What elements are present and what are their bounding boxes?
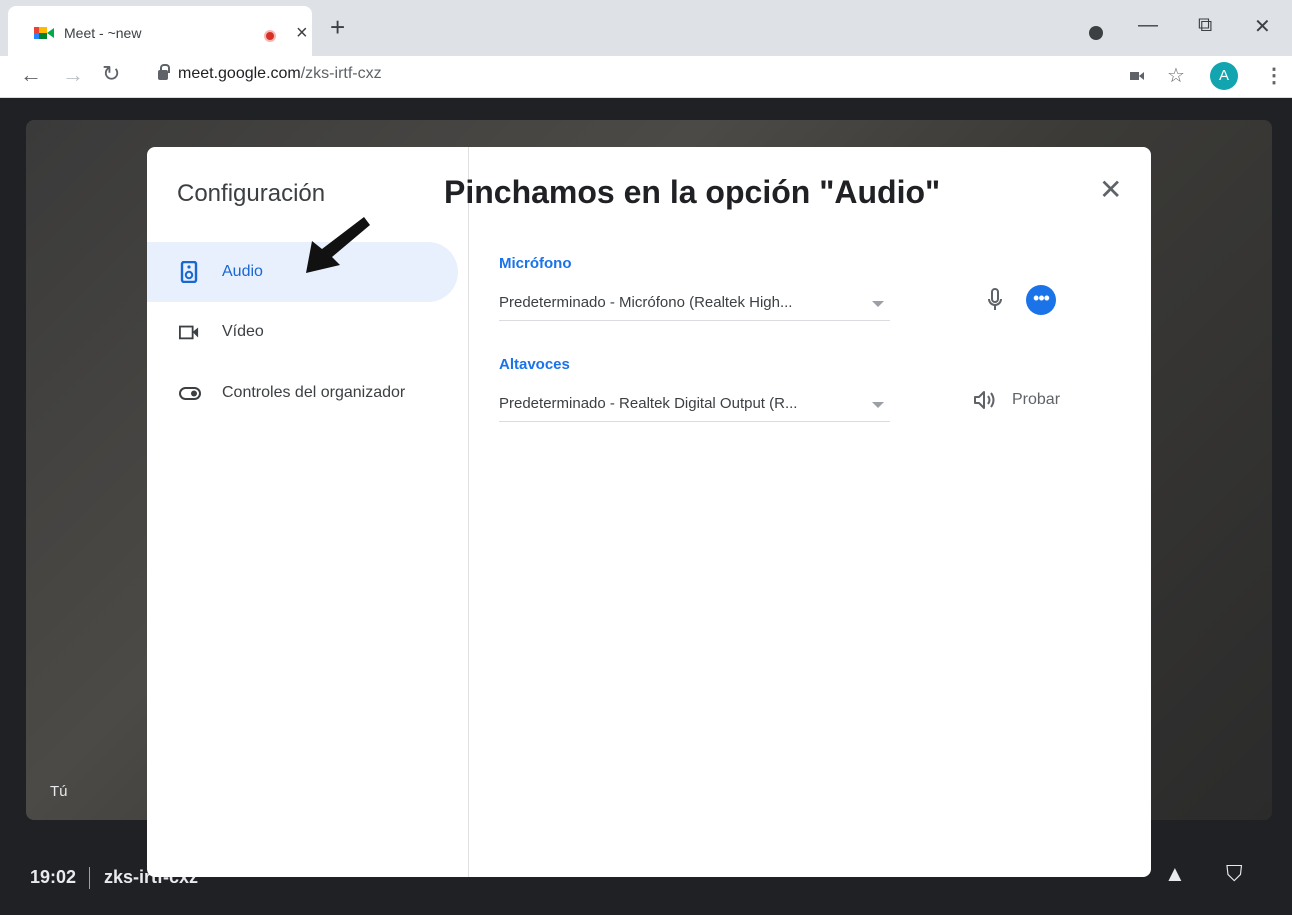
- address-bar[interactable]: meet.google.com/zks-irtf-cxz: [140, 60, 1100, 90]
- url-text: meet.google.com/zks-irtf-cxz: [178, 65, 382, 82]
- activities-icon[interactable]: ▲: [1164, 861, 1186, 887]
- nav-label-audio: Audio: [222, 263, 263, 280]
- dialog-title: Configuración: [177, 180, 326, 207]
- meeting-time: 19:02: [30, 867, 77, 887]
- forward-icon[interactable]: →: [62, 62, 84, 88]
- speakers-value: Predeterminado - Realtek Digital Output …: [499, 395, 798, 412]
- speakers-select[interactable]: Predeterminado - Realtek Digital Output …: [499, 390, 890, 422]
- menu-kebab-icon[interactable]: ⋮: [1264, 63, 1284, 88]
- test-speakers-label: Probar: [1012, 391, 1061, 408]
- browser-tabstrip: Meet - ~new × + — ⧉ ✕: [0, 0, 1292, 56]
- browser-tab[interactable]: Meet - ~new ×: [8, 6, 312, 56]
- profile-indicator-icon[interactable]: [1089, 26, 1103, 40]
- back-icon[interactable]: ←: [20, 62, 42, 88]
- nav-label-host-controls: Controles del organizador: [222, 384, 406, 401]
- minimize-button[interactable]: —: [1138, 14, 1158, 37]
- restore-button[interactable]: ⧉: [1198, 14, 1212, 37]
- meet-logo-icon: [34, 27, 54, 39]
- tutorial-annotation: Pinchamos en la opción "Audio": [444, 174, 941, 210]
- microphone-icon: [988, 288, 1002, 310]
- microphone-label: Micrófono: [499, 255, 572, 272]
- nav-item-host-controls[interactable]: Controles del organizador: [147, 363, 458, 423]
- nav-item-video[interactable]: Vídeo: [147, 302, 458, 362]
- recording-indicator-icon: [264, 30, 276, 42]
- tab-close-icon[interactable]: ×: [296, 22, 308, 45]
- dialog-divider: [468, 147, 469, 877]
- window-close-button[interactable]: ✕: [1254, 14, 1271, 39]
- speakers-label: Altavoces: [499, 356, 570, 373]
- new-tab-button[interactable]: +: [330, 14, 345, 40]
- toggle-icon: [179, 387, 201, 400]
- bookmark-star-icon[interactable]: ☆: [1167, 63, 1185, 88]
- separator: [89, 867, 90, 889]
- volume-icon: [974, 391, 995, 409]
- camera-in-use-icon[interactable]: [1130, 69, 1144, 83]
- tab-title: Meet - ~new: [64, 25, 142, 41]
- host-controls-icon[interactable]: ⛉: [1226, 861, 1243, 887]
- microphone-value: Predeterminado - Micrófono (Realtek High…: [499, 294, 793, 311]
- microphone-select[interactable]: Predeterminado - Micrófono (Realtek High…: [499, 289, 890, 321]
- chevron-down-icon: [872, 402, 884, 408]
- reload-icon[interactable]: ↻: [102, 61, 120, 87]
- nav-label-video: Vídeo: [222, 323, 264, 340]
- dialog-close-button[interactable]: ✕: [1099, 173, 1122, 206]
- annotation-arrow-icon: [306, 217, 370, 273]
- videocam-icon: [179, 325, 199, 340]
- chevron-down-icon: [872, 301, 884, 307]
- more-options-button[interactable]: •••: [1026, 285, 1056, 315]
- browser-toolbar: ← → ↻ meet.google.com/zks-irtf-cxz ☆ A ⋮: [0, 56, 1292, 98]
- speaker-icon: [180, 261, 198, 283]
- avatar[interactable]: A: [1210, 62, 1238, 90]
- lock-icon[interactable]: [158, 64, 170, 80]
- settings-dialog: Configuración Pinchamos en la opción "Au…: [147, 147, 1151, 877]
- self-label: Tú: [50, 783, 68, 800]
